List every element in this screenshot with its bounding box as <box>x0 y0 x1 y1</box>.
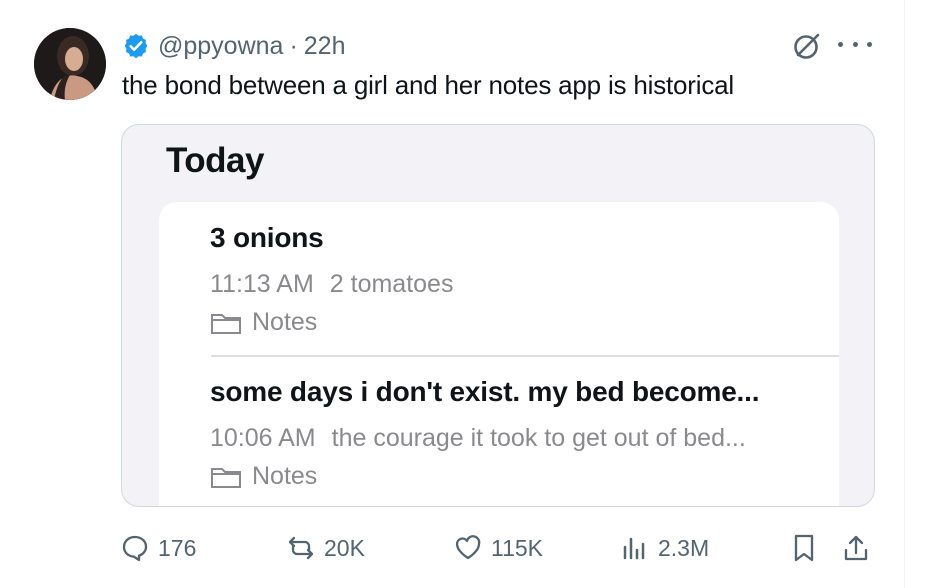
views-icon <box>623 537 645 560</box>
post-actions: 176 20K 115K 2.3M <box>120 530 880 566</box>
note-meta: 10:06 AM the courage it took to get out o… <box>210 424 746 453</box>
bookmark-icon[interactable] <box>788 532 820 564</box>
note-preview: 2 tomatoes <box>329 270 454 298</box>
post-header: @ppyowna · 22h <box>122 30 346 62</box>
reply-button[interactable]: 176 <box>120 530 196 566</box>
note-folder: Notes <box>210 308 317 337</box>
views-button[interactable]: 2.3M <box>620 530 709 566</box>
notes-section-title: Today <box>166 141 264 180</box>
note-item: some days i don't exist. my bed become..… <box>210 376 839 490</box>
note-folder-label: Notes <box>252 462 318 490</box>
verified-icon <box>124 33 148 59</box>
post-text: the bond between a girl and her notes ap… <box>122 70 734 100</box>
like-count: 115K <box>491 534 544 561</box>
note-preview: the courage it took to get out of bed... <box>331 424 746 452</box>
note-item: 3 onions 11:13 AM 2 tomatoes Notes <box>210 222 839 336</box>
note-separator <box>211 355 839 357</box>
more-icon[interactable] <box>838 30 872 58</box>
note-title: 3 onions <box>210 222 324 253</box>
repost-icon <box>288 536 314 560</box>
note-folder-label: Notes <box>252 308 318 336</box>
note-folder: Notes <box>210 462 317 491</box>
folder-icon <box>211 313 241 334</box>
folder-icon <box>211 467 241 488</box>
share-icon[interactable] <box>840 532 872 564</box>
avatar[interactable] <box>34 28 106 100</box>
notes-screenshot[interactable]: Today 3 onions 11:13 AM 2 tomatoes Notes … <box>121 124 875 507</box>
repost-count: 20K <box>324 534 365 561</box>
repost-button[interactable]: 20K <box>286 530 365 566</box>
views-count: 2.3M <box>658 534 710 561</box>
username-handle[interactable]: @ppyowna <box>158 32 283 61</box>
note-time: 10:06 AM <box>210 424 316 452</box>
note-meta: 11:13 AM 2 tomatoes <box>210 270 453 299</box>
note-title: some days i don't exist. my bed become..… <box>210 376 760 407</box>
grok-icon[interactable] <box>792 31 822 61</box>
note-time: 11:13 AM <box>210 270 314 298</box>
notes-card: 3 onions 11:13 AM 2 tomatoes Notes some d… <box>159 202 839 506</box>
reply-count: 176 <box>158 534 197 561</box>
like-icon <box>455 535 481 560</box>
like-button[interactable]: 115K <box>453 530 543 566</box>
header-separator: · <box>289 31 298 60</box>
post-time[interactable]: 22h <box>304 32 346 61</box>
reply-icon <box>122 535 148 562</box>
